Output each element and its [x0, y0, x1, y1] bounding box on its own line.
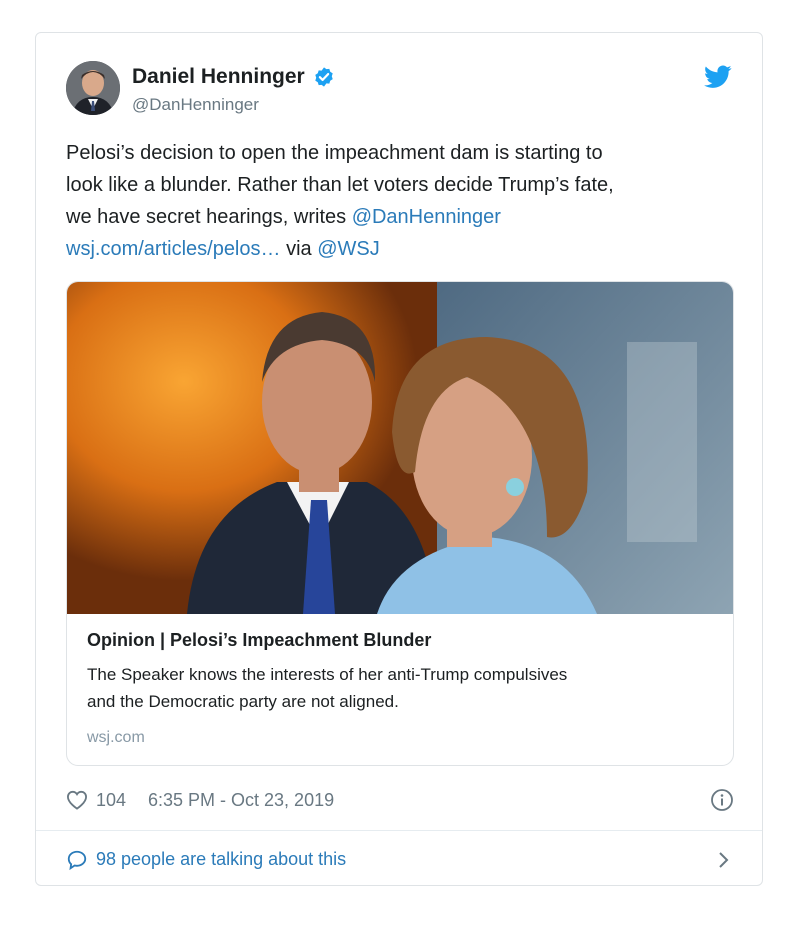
info-icon[interactable] — [710, 788, 734, 812]
tweet-line: wsj.com/articles/pelos… via @WSJ — [66, 233, 726, 265]
speech-bubble-icon — [67, 850, 87, 871]
author-name[interactable]: Daniel Henninger — [132, 65, 305, 88]
mention-link[interactable]: @DanHenninger — [352, 206, 501, 228]
card-title[interactable]: Opinion | Pelosi’s Impeachment Blunder — [87, 630, 717, 651]
avatar[interactable] — [66, 61, 120, 115]
tweet-line-text: we have secret hearings, writes — [66, 206, 352, 228]
card-description-line: The Speaker knows the interests of her a… — [87, 665, 568, 684]
article-link[interactable]: wsj.com/articles/pelos… — [66, 238, 281, 260]
card-body: Opinion | Pelosi’s Impeachment Blunder T… — [87, 630, 717, 747]
card-domain: wsj.com — [87, 729, 145, 746]
author-handle[interactable]: @DanHenninger — [132, 95, 335, 115]
heart-icon[interactable] — [66, 790, 88, 810]
tweet-embed[interactable]: Daniel Henninger @DanHenninger Pelosi’s … — [35, 32, 763, 886]
via-text: via — [280, 238, 318, 260]
chevron-right-icon[interactable] — [718, 851, 730, 869]
conversation-link[interactable]: 98 people are talking about this — [96, 849, 346, 870]
tweet-meta: 104 6:35 PM - Oct 23, 2019 — [66, 787, 734, 815]
tweet-line: Pelosi’s decision to open the impeachmen… — [66, 142, 603, 164]
link-card[interactable]: Opinion | Pelosi’s Impeachment Blunder T… — [66, 281, 734, 766]
author-block: Daniel Henninger @DanHenninger — [132, 65, 335, 115]
timestamp[interactable]: 6:35 PM - Oct 23, 2019 — [148, 790, 334, 811]
card-description: The Speaker knows the interests of her a… — [87, 661, 717, 715]
like-count[interactable]: 104 — [96, 790, 126, 811]
tweet-line: look like a blunder. Rather than let vot… — [66, 174, 614, 196]
card-description-line: and the Democratic party are not aligned… — [87, 692, 399, 711]
card-image[interactable] — [67, 282, 733, 614]
conversation-footer[interactable]: 98 people are talking about this — [36, 830, 762, 887]
via-mention-link[interactable]: @WSJ — [317, 238, 380, 260]
tweet-text: Pelosi’s decision to open the impeachmen… — [66, 137, 726, 265]
twitter-bird-icon[interactable] — [704, 65, 732, 89]
tweet-line: we have secret hearings, writes @DanHenn… — [66, 201, 726, 233]
verified-badge-icon — [315, 67, 333, 87]
